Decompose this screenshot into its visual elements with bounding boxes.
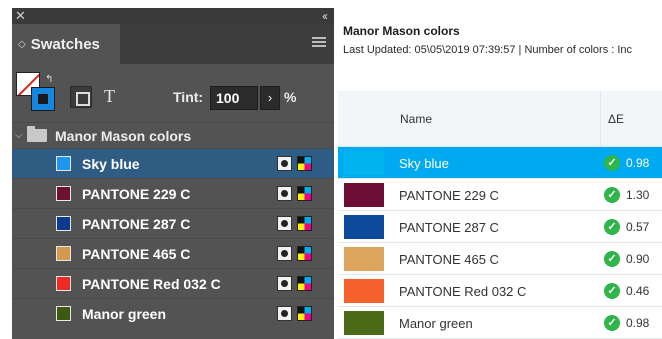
- delta-e-value: 0.98: [626, 316, 650, 330]
- report-title: Manor Mason colors: [343, 24, 460, 38]
- collapse-icon[interactable]: ‹‹: [322, 8, 328, 24]
- check-icon: ✓: [604, 283, 620, 299]
- color-chip: [344, 311, 384, 335]
- swatches-panel: ✕ ‹‹ ◇ Swatches ↰ T Tint: › % ⌵ Manor Ma…: [12, 8, 334, 339]
- report-table: Name ΔE Sky blue ✓ 0.98 PANTONE 229 C ✓ 1.30 P…: [338, 91, 662, 339]
- swatch-row[interactable]: Sky blue: [12, 148, 334, 178]
- swatch-name: PANTONE 465 C: [82, 246, 191, 262]
- color-name: Manor green: [399, 316, 473, 331]
- swatch-name: PANTONE 287 C: [82, 216, 191, 232]
- column-header-delta[interactable]: ΔE: [608, 112, 624, 126]
- color-chip: [344, 151, 384, 175]
- swatch-row[interactable]: PANTONE 465 C: [12, 238, 334, 268]
- color-name: Sky blue: [399, 156, 449, 171]
- color-name: PANTONE Red 032 C: [399, 284, 527, 299]
- swap-icon[interactable]: ↰: [45, 74, 53, 85]
- spot-color-icon: [277, 156, 292, 171]
- cmyk-mode-icon: [297, 306, 312, 321]
- stroke-color-icon[interactable]: [31, 87, 55, 111]
- delta-e-value: 0.57: [626, 220, 650, 234]
- table-row[interactable]: Manor green ✓ 0.98: [338, 307, 662, 339]
- fill-stroke-widget[interactable]: ↰: [16, 72, 56, 114]
- panel-title-bar: ✕ ‹‹: [12, 8, 334, 24]
- cmyk-mode-icon: [297, 276, 312, 291]
- swatch-name: PANTONE 229 C: [82, 186, 191, 202]
- table-row[interactable]: PANTONE Red 032 C ✓ 0.46: [338, 275, 662, 307]
- formatting-container-icon[interactable]: [70, 86, 92, 108]
- check-icon: ✓: [604, 315, 620, 331]
- cmyk-mode-icon: [297, 246, 312, 261]
- check-icon: ✓: [604, 187, 620, 203]
- swatch-toolbar: ↰ T Tint: › %: [12, 64, 334, 122]
- swatch-color-chip: [56, 276, 71, 291]
- panel-tab-row: ◇ Swatches: [12, 24, 334, 64]
- chevron-down-icon[interactable]: ⌵: [15, 130, 27, 141]
- spot-color-icon: [277, 276, 292, 291]
- spot-color-icon: [277, 246, 292, 261]
- group-label: Manor Mason colors: [55, 127, 192, 144]
- tint-input[interactable]: [210, 86, 258, 110]
- check-icon: ✓: [604, 251, 620, 267]
- color-report: Manor Mason colors Last Updated: 05\05\2…: [338, 8, 662, 339]
- cmyk-mode-icon: [297, 156, 312, 171]
- report-subtitle: Last Updated: 05\05\2019 07:39:57 | Numb…: [343, 44, 633, 56]
- swatch-color-chip: [56, 186, 71, 201]
- swatch-color-chip: [56, 246, 71, 261]
- color-chip: [344, 215, 384, 239]
- delta-e-value: 1.30: [626, 188, 650, 202]
- swatch-name: Sky blue: [82, 156, 140, 172]
- folder-icon: [27, 126, 47, 142]
- check-icon: ✓: [604, 155, 620, 171]
- tab-label: Swatches: [30, 35, 100, 53]
- table-row[interactable]: PANTONE 229 C ✓ 1.30: [338, 179, 662, 211]
- cmyk-mode-icon: [297, 216, 312, 231]
- tab-swatches[interactable]: ◇ Swatches: [12, 24, 120, 64]
- table-body: Sky blue ✓ 0.98 PANTONE 229 C ✓ 1.30 PANTONE 2…: [338, 147, 662, 339]
- swatch-row[interactable]: PANTONE Red 032 C: [12, 268, 334, 298]
- check-icon: ✓: [604, 219, 620, 235]
- table-header: Name ΔE: [338, 91, 662, 147]
- spot-color-icon: [277, 186, 292, 201]
- swatch-name: PANTONE Red 032 C: [82, 276, 221, 292]
- expand-diamond-icon[interactable]: ◇: [18, 39, 26, 50]
- swatch-group-row[interactable]: ⌵ Manor Mason colors: [12, 122, 334, 148]
- delta-e-value: 0.98: [626, 156, 650, 170]
- color-chip: [344, 183, 384, 207]
- delta-e-value: 0.90: [626, 252, 650, 266]
- table-row[interactable]: PANTONE 287 C ✓ 0.57: [338, 211, 662, 243]
- spot-color-icon: [277, 306, 292, 321]
- formatting-text-icon[interactable]: T: [104, 86, 115, 107]
- swatch-name: Manor green: [82, 306, 167, 322]
- swatch-list: Sky blue PANTONE 229 C PANTONE 287 C PANTON…: [12, 148, 334, 328]
- swatch-row[interactable]: Manor green: [12, 298, 334, 328]
- swatch-color-chip: [56, 216, 71, 231]
- swatch-row[interactable]: PANTONE 287 C: [12, 208, 334, 238]
- table-row[interactable]: PANTONE 465 C ✓ 0.90: [338, 243, 662, 275]
- color-name: PANTONE 287 C: [399, 220, 499, 235]
- cmyk-mode-icon: [297, 186, 312, 201]
- table-row[interactable]: Sky blue ✓ 0.98: [338, 147, 662, 179]
- swatch-color-chip: [56, 306, 71, 321]
- color-chip: [344, 247, 384, 271]
- swatch-color-chip: [56, 156, 71, 171]
- tint-percent-label: %: [284, 89, 297, 105]
- column-header-name[interactable]: Name: [400, 112, 432, 126]
- close-icon[interactable]: ✕: [15, 8, 26, 24]
- panel-menu-icon[interactable]: [312, 37, 326, 49]
- tint-label: Tint:: [173, 89, 204, 105]
- color-name: PANTONE 229 C: [399, 188, 499, 203]
- swatch-row[interactable]: PANTONE 229 C: [12, 178, 334, 208]
- tint-slider-button[interactable]: ›: [260, 86, 280, 110]
- column-divider: [600, 91, 601, 147]
- spot-color-icon: [277, 216, 292, 231]
- color-chip: [344, 279, 384, 303]
- color-name: PANTONE 465 C: [399, 252, 499, 267]
- delta-e-value: 0.46: [626, 284, 650, 298]
